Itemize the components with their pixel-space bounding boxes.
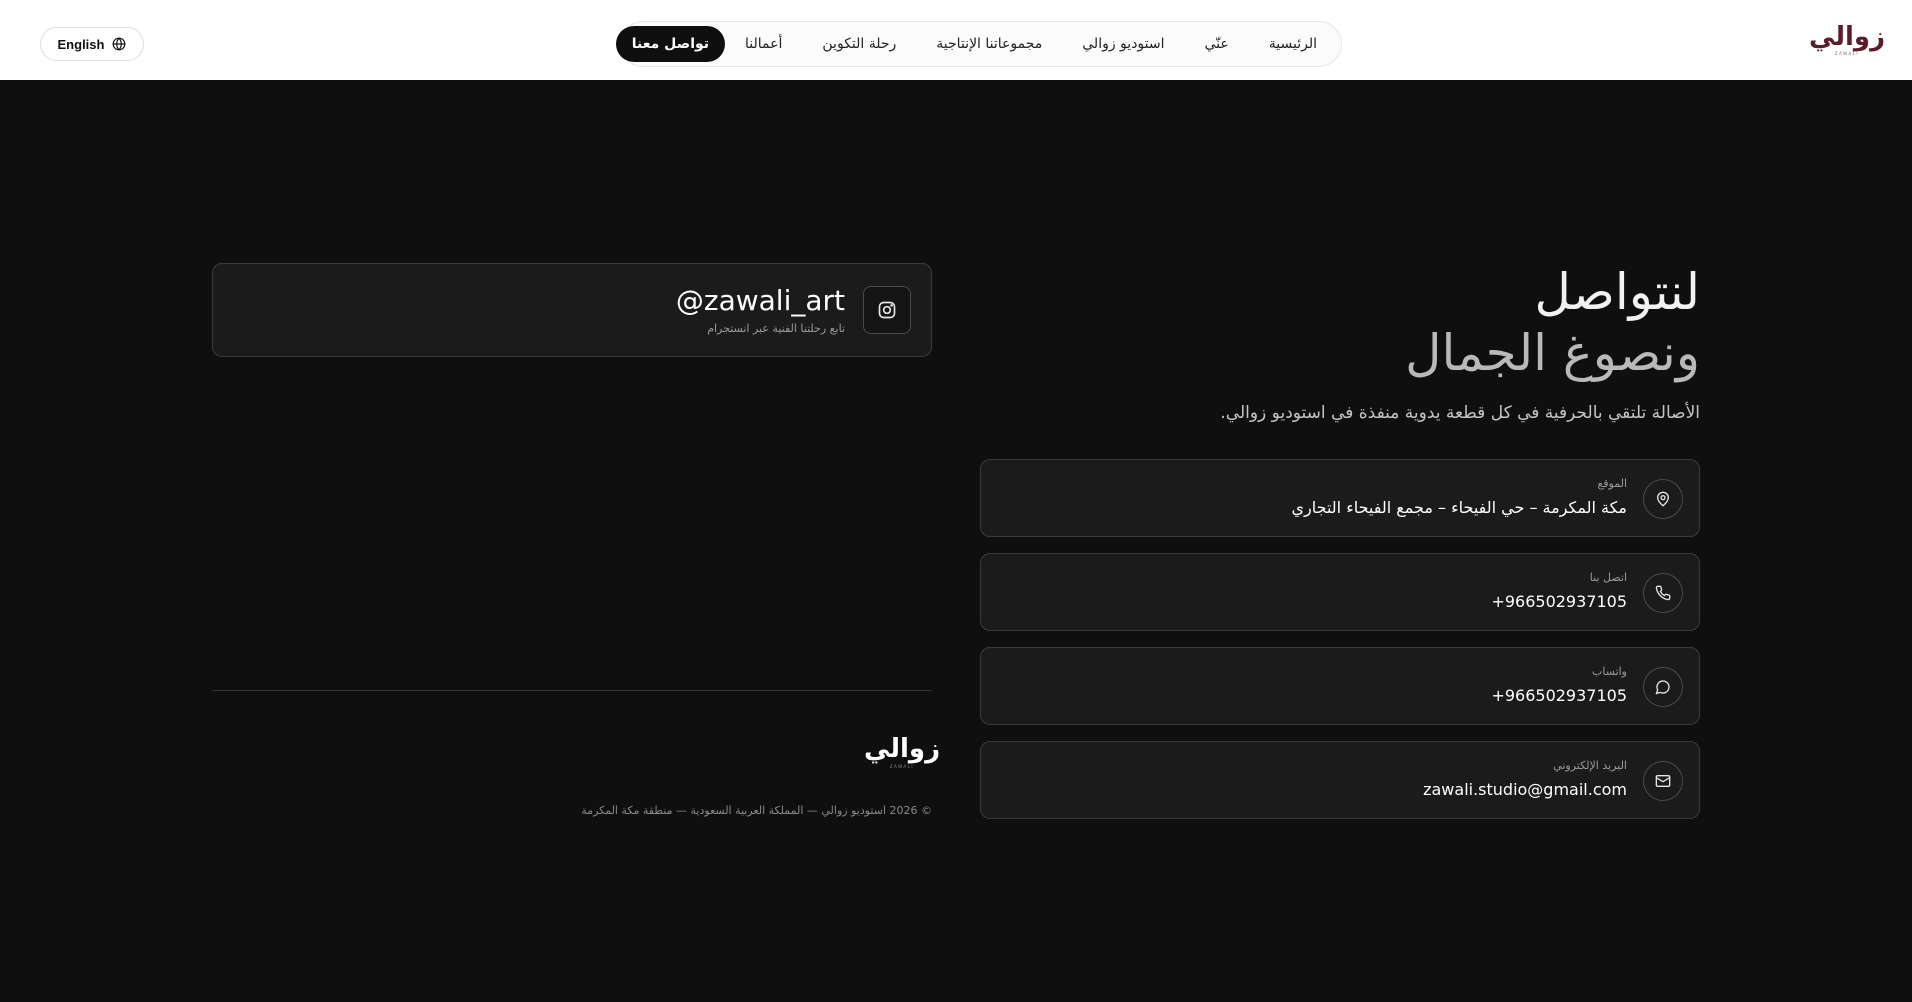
hero-title-line-1: لنتواصل [1534, 263, 1700, 321]
contact-value: مكة المكرمة – حي الفيحاء – مجمع الفيحاء … [1291, 498, 1627, 517]
contact-card-email[interactable]: البريد الإلكتروني zawali.studio@gmail.co… [980, 741, 1700, 819]
contact-value: +966502937105 [1491, 686, 1627, 705]
instagram-card[interactable]: @zawali_art تابع رحلتنا الفنية عبر انستج… [212, 263, 932, 357]
contact-value: zawali.studio@gmail.com [1423, 780, 1627, 799]
map-pin-icon [1643, 479, 1683, 519]
contact-label: الموقع [1597, 477, 1627, 490]
nav-item-works[interactable]: أعمالنا [725, 26, 802, 62]
mail-icon [1643, 761, 1683, 801]
contact-label: واتساب [1592, 665, 1627, 678]
main-nav: الرئيسية عنّي استوديو زوالي مجموعاتنا ال… [615, 21, 1342, 67]
logo-mark: زوالي [1808, 22, 1886, 52]
nav-item-home[interactable]: الرئيسية [1249, 26, 1337, 62]
logo-subtitle: ZAWALI [1834, 51, 1860, 56]
phone-icon [1643, 573, 1683, 613]
contact-card-location[interactable]: الموقع مكة المكرمة – حي الفيحاء – مجمع ا… [980, 459, 1700, 537]
contact-card-whatsapp[interactable]: واتساب +966502937105 [980, 647, 1700, 725]
globe-icon [112, 37, 126, 51]
hero-section: لنتواصل ونصوغ الجمال الأصالة تلتقي بالحر… [980, 262, 1700, 426]
site-header: زوالي ZAWALI الرئيسية عنّي استوديو زوالي… [0, 0, 1912, 80]
nav-item-about[interactable]: عنّي [1185, 26, 1249, 62]
footer-logo-subtitle: ZAWALI [889, 764, 915, 769]
footer-logo-mark: زوالي [863, 734, 941, 764]
contact-card-phone[interactable]: اتصل بنا +966502937105 [980, 553, 1700, 631]
hero-description: الأصالة تلتقي بالحرفية في كل قطعة يدوية … [1220, 403, 1700, 423]
footer-divider [212, 690, 932, 691]
contact-label: اتصل بنا [1589, 571, 1627, 584]
contact-label: البريد الإلكتروني [1553, 759, 1627, 772]
nav-item-studio[interactable]: استوديو زوالي [1062, 26, 1184, 62]
contact-value: +966502937105 [1491, 592, 1627, 611]
instagram-handle: @zawali_art [675, 284, 845, 317]
footer-logo[interactable]: زوالي ZAWALI [864, 735, 941, 775]
whatsapp-icon [1643, 667, 1683, 707]
site-logo[interactable]: زوالي ZAWALI [1809, 20, 1886, 60]
nav-item-contact[interactable]: تواصل معنا [615, 26, 726, 62]
contact-cards: الموقع مكة المكرمة – حي الفيحاء – مجمع ا… [980, 459, 1700, 835]
copyright-text: © 2026 استوديو زوالي — المملكة العربية ا… [581, 804, 932, 817]
instagram-subtitle: تابع رحلتنا الفنية عبر انستجرام [707, 322, 845, 335]
hero-title-line-2: ونصوغ الجمال [1405, 324, 1700, 382]
nav-item-journey[interactable]: رحلة التكوين [802, 26, 916, 62]
nav-item-collections[interactable]: مجموعاتنا الإنتاجية [916, 26, 1062, 62]
language-label: English [57, 36, 105, 52]
instagram-icon [863, 286, 911, 334]
language-toggle-button[interactable]: English [40, 27, 144, 61]
